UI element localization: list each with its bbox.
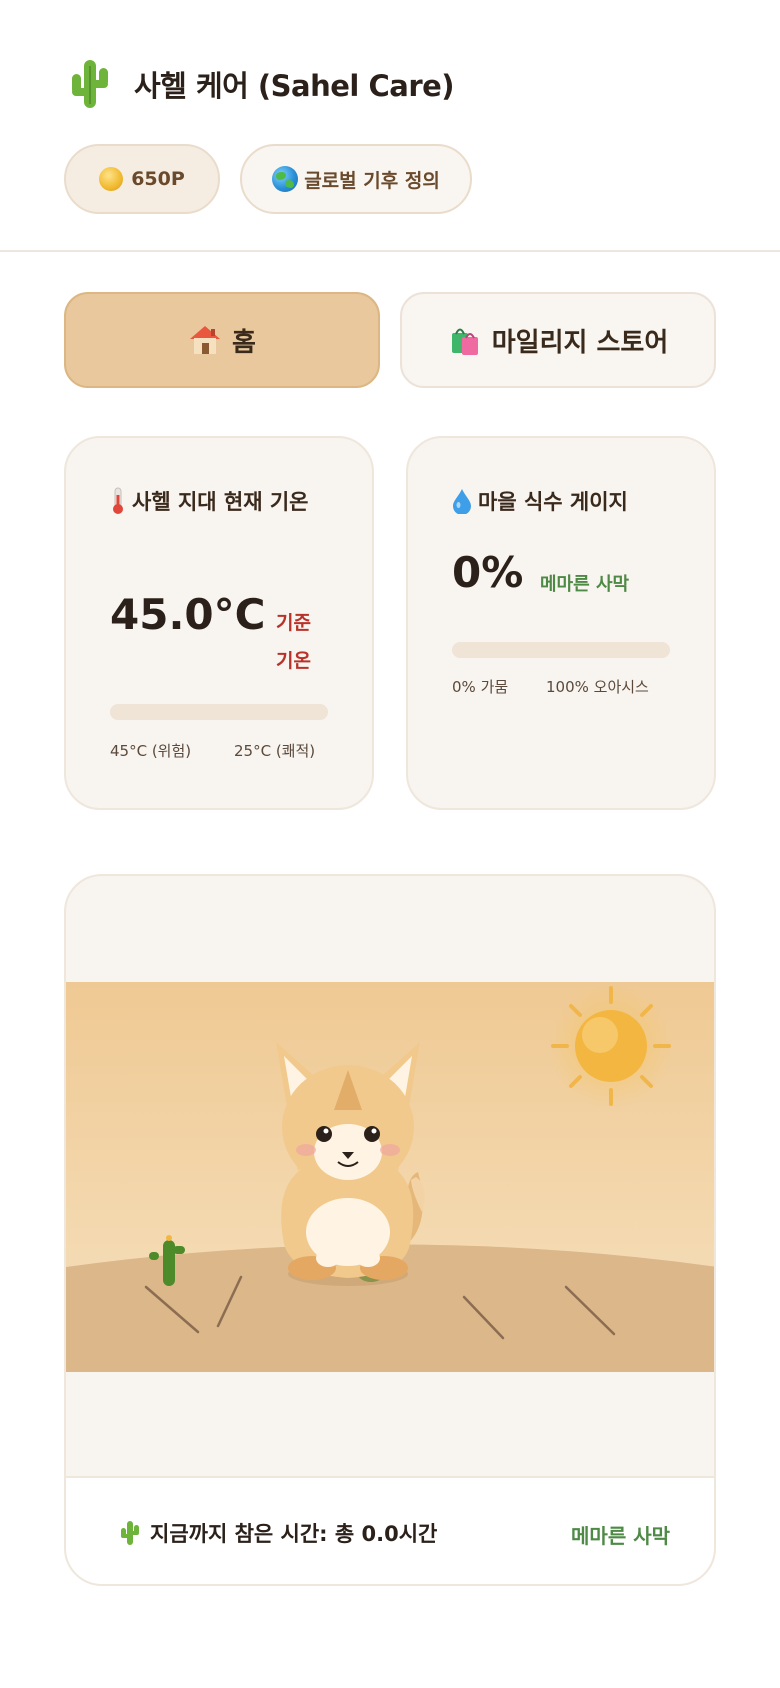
water-card: 마을 식수 게이지 0% 메마른 사막 0% 가뭄 100% 오아시스 [406, 436, 716, 810]
temperature-title-text: 사헬 지대 현재 기온 [132, 490, 309, 514]
tab-home-label: 홈 [232, 327, 256, 358]
desert-scene [66, 982, 714, 1372]
tab-home[interactable]: 홈 [64, 292, 380, 388]
water-range-low: 0% 가뭄 [452, 678, 509, 696]
points-chip[interactable]: 650P [64, 144, 220, 214]
water-title-text: 마을 식수 게이지 [478, 490, 628, 514]
stage-label: 메마른 사막 [571, 1524, 670, 1548]
sun-icon [549, 984, 673, 1108]
temperature-range-high: 25°C (쾌적) [234, 742, 316, 760]
title-row: 사헬 케어 (Sahel Care) [70, 58, 455, 110]
climate-justice-chip[interactable]: 글로벌 기후 정의 [240, 144, 472, 214]
temperature-card: 사헬 지대 현재 기온 45.0°C 기준 기온 45°C (위험) 25°C … [64, 436, 374, 810]
total-time: 지금까지 참은 시간: 총 0.0시간 [120, 1518, 437, 1548]
temperature-bar [110, 704, 328, 720]
shopping-bags-icon [451, 328, 478, 355]
points-value: 650P [131, 168, 185, 190]
tab-mileage-store[interactable]: 마일리지 스토어 [400, 292, 716, 388]
cactus-icon [121, 1521, 139, 1545]
house-icon [190, 326, 221, 354]
cactus-icon [72, 60, 108, 108]
droplet-icon [453, 489, 471, 515]
water-value: 0% [452, 548, 524, 597]
app-title: 사헬 케어 (Sahel Care) [134, 69, 455, 103]
water-card-title: 마을 식수 게이지 [452, 482, 682, 522]
thermometer-icon [113, 487, 123, 514]
water-range-high: 100% 오아시스 [546, 678, 649, 696]
temperature-status: 기준 기온 [276, 612, 311, 672]
temperature-card-title: 사헬 지대 현재 기온 [110, 482, 340, 522]
scene-footer: 지금까지 참은 시간: 총 0.0시간 메마른 사막 [66, 1476, 714, 1584]
water-status: 메마른 사막 [540, 574, 630, 595]
globe-icon [272, 166, 299, 192]
climate-justice-label: 글로벌 기후 정의 [304, 169, 440, 192]
water-bar [452, 642, 670, 658]
tab-store-label: 마일리지 스토어 [491, 327, 669, 358]
coin-icon [99, 167, 124, 191]
temperature-value: 45.0°C [110, 590, 266, 639]
pet-scene-card: 지금까지 참은 시간: 총 0.0시간 메마른 사막 [64, 874, 716, 1586]
temperature-range-low: 45°C (위험) [110, 742, 192, 760]
total-time-text: 지금까지 참은 시간: 총 0.0시간 [150, 1522, 438, 1546]
app-header: 사헬 케어 (Sahel Care) 650P 글로벌 기후 정의 [0, 0, 780, 252]
